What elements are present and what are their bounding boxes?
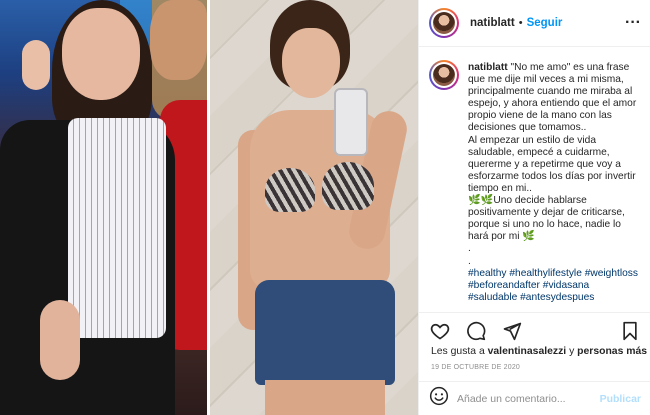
follow-button[interactable]: Seguir: [527, 17, 563, 29]
hashtag-link[interactable]: #beforeandafter: [468, 280, 540, 291]
hashtag-link[interactable]: #vidasana: [543, 280, 589, 291]
comment-icon[interactable]: [465, 320, 487, 342]
share-icon[interactable]: [501, 320, 523, 342]
likes-prefix: Les gusta a: [431, 346, 485, 357]
post-image[interactable]: [0, 0, 418, 415]
bookmark-icon[interactable]: [619, 320, 641, 342]
comment-bar: Publicar: [419, 381, 650, 415]
after-photo: [210, 0, 418, 415]
before-photo: [0, 0, 207, 415]
hashtag-link[interactable]: #healthy: [468, 268, 507, 279]
publish-button[interactable]: Publicar: [600, 393, 641, 405]
header-username[interactable]: natiblatt: [470, 17, 515, 29]
hashtag-list: #healthy #healthylifestyle #weightloss #…: [468, 268, 641, 304]
hashtag-link[interactable]: #saludable: [468, 292, 517, 303]
caption-username[interactable]: natiblatt: [468, 62, 508, 73]
post-date[interactable]: 19 de octubre de 2020: [431, 364, 520, 371]
caption-line: 🌿🌿Uno decide hablarse positivamente y de…: [468, 195, 628, 243]
likes-summary: Les gusta a valentinasalezzi y personas …: [431, 346, 647, 357]
hashtag-link[interactable]: #antesydespues: [520, 292, 594, 303]
caption-body: natiblatt "No me amo" es una frase que m…: [468, 62, 641, 310]
liked-by-user[interactable]: valentinasalezzi: [488, 346, 567, 357]
avatar[interactable]: [429, 8, 459, 38]
post-header: natiblatt • Seguir ···: [419, 0, 650, 47]
hashtag-link[interactable]: #weightloss: [585, 268, 638, 279]
caption-line: Al empezar un estilo de vida saludable, …: [468, 134, 639, 194]
likes-connector: y: [569, 346, 575, 357]
post-sidebar: natiblatt • Seguir ··· natiblatt "No me …: [418, 0, 650, 415]
caption-avatar[interactable]: [429, 60, 459, 90]
caption-line: .: [468, 255, 471, 267]
caption: natiblatt "No me amo" es una frase que m…: [419, 48, 650, 310]
caption-line: .: [468, 243, 471, 255]
comment-input[interactable]: [457, 392, 600, 405]
separator-dot: •: [518, 17, 523, 29]
action-bar: [419, 312, 650, 348]
more-options-icon[interactable]: ···: [625, 15, 641, 31]
likes-others-link[interactable]: personas más: [577, 346, 647, 357]
hashtag-link[interactable]: #healthylifestyle: [509, 268, 582, 279]
emoji-icon[interactable]: [429, 386, 449, 411]
heart-icon[interactable]: [429, 320, 451, 342]
